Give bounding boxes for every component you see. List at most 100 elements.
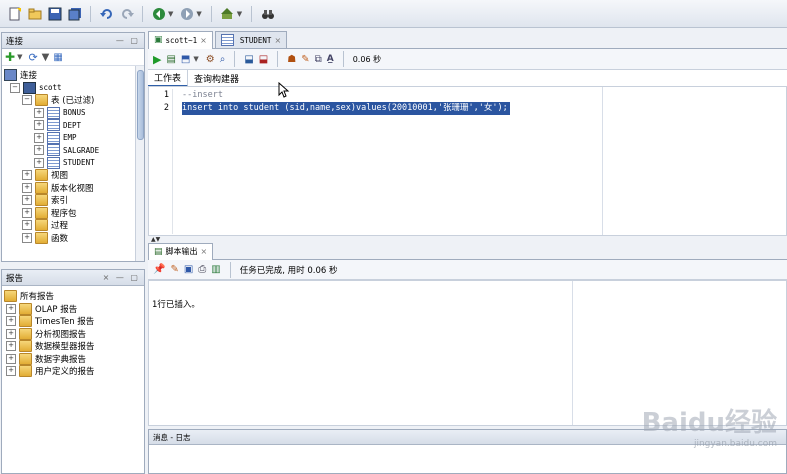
expand-toggle[interactable]: + — [34, 145, 44, 156]
filter-icon[interactable]: ▼ — [42, 52, 50, 63]
expand-toggle[interactable]: + — [6, 328, 16, 339]
tree-item-node[interactable]: + 索引 — [4, 194, 144, 207]
scrollbar-thumb[interactable] — [137, 70, 144, 140]
tree-item-report[interactable]: + TimesTen 报告 — [4, 315, 144, 328]
output-divider — [572, 281, 573, 425]
tree-label: 数据模型器报告 — [35, 342, 95, 353]
expand-toggle[interactable]: + — [22, 195, 32, 206]
redo-icon[interactable] — [118, 5, 135, 22]
expand-toggle[interactable]: + — [22, 182, 32, 193]
tree-label: 连接 — [20, 71, 38, 82]
expand-toggle[interactable]: + — [22, 170, 32, 181]
code-text[interactable]: --insert insert into student (sid,name,s… — [182, 89, 602, 115]
expand-toggle[interactable]: + — [6, 366, 16, 377]
tree-item-report[interactable]: + 用户定义的报告 — [4, 365, 144, 378]
reports-folder-icon — [19, 352, 32, 365]
tree-item-tables[interactable]: − 表 (已过滤) — [4, 94, 144, 107]
tree-item-table[interactable]: + SALGRADE — [4, 144, 144, 157]
tree-item-table[interactable]: + BONUS — [4, 106, 144, 120]
tree-item-report[interactable]: + 数据字典报告 — [4, 352, 144, 366]
add-connection-icon[interactable]: ✚ — [5, 50, 15, 64]
close-icon[interactable]: × — [274, 36, 281, 45]
code-editor[interactable]: 1 2 --insert insert into student (sid,na… — [148, 86, 787, 236]
new-icon[interactable] — [6, 5, 23, 22]
binoculars-icon[interactable] — [259, 5, 276, 22]
expand-toggle[interactable]: + — [22, 220, 32, 231]
tab-worksheet-scott[interactable]: ▣ scott~1 × — [148, 30, 213, 49]
expand-toggle[interactable]: + — [34, 120, 44, 131]
tree-item-node[interactable]: + 视图 — [4, 169, 144, 182]
close-icon[interactable]: × — [201, 247, 208, 256]
code-line-selected[interactable]: insert into student (sid,name,sex)values… — [182, 102, 510, 115]
panel-window-buttons[interactable]: × — ▢ — [103, 273, 140, 282]
save-output-icon[interactable]: ▣ — [184, 264, 193, 275]
tree-item-report[interactable]: + OLAP 报告 — [4, 302, 144, 316]
expand-toggle[interactable]: + — [6, 341, 16, 352]
tree-item-table[interactable]: + DEPT — [4, 119, 144, 132]
subtab-query-builder[interactable]: 查询构建器 — [188, 71, 245, 86]
tab-student[interactable]: STUDENT × — [214, 31, 288, 48]
explain-plan-icon[interactable]: ⚙ — [206, 54, 215, 65]
schema-browser-icon[interactable]: ▦ — [53, 52, 62, 63]
tree-item-node[interactable]: + 函数 — [4, 231, 144, 245]
expand-toggle[interactable]: + — [22, 207, 32, 218]
tree-item-all-reports[interactable]: 所有报告 — [4, 290, 144, 303]
sql-history-icon[interactable]: ⧉ — [315, 54, 322, 65]
folder-icon — [35, 206, 48, 219]
collapse-toggle[interactable]: − — [22, 95, 32, 106]
expand-toggle[interactable]: + — [6, 303, 16, 314]
connections-scrollbar[interactable] — [135, 66, 144, 261]
database-connection-icon — [23, 81, 36, 94]
eraser-icon[interactable]: ✎ — [301, 54, 309, 65]
expand-toggle[interactable]: + — [34, 132, 44, 143]
back-icon[interactable] — [150, 5, 167, 22]
tree-label: SALGRADE — [63, 145, 100, 155]
commit-transaction-icon[interactable]: ⬓ — [244, 54, 253, 65]
collapse-toggle[interactable]: − — [10, 82, 20, 93]
unshared-sql-icon[interactable]: ☗ — [287, 54, 296, 65]
code-line-comment[interactable]: --insert — [182, 89, 602, 102]
tree-item-table[interactable]: + EMP — [4, 131, 144, 145]
print-icon[interactable]: ⎙ — [198, 264, 206, 275]
tree-item-node[interactable]: + 版本化视图 — [4, 181, 144, 195]
tree-item-connection-scott[interactable]: − scott — [4, 81, 144, 95]
run-script-icon[interactable]: ▤ — [166, 54, 175, 65]
table-icon — [47, 119, 60, 132]
expand-toggle[interactable]: + — [34, 107, 44, 118]
commit-icon[interactable]: ⬒ — [181, 54, 190, 65]
tree-item-table[interactable]: + STUDENT — [4, 156, 144, 170]
reports-folder-icon — [19, 340, 32, 353]
autotrace-icon[interactable]: ⌕ — [220, 54, 226, 65]
save-all-icon[interactable] — [66, 5, 83, 22]
format-icon[interactable]: A̲ — [327, 54, 334, 64]
panel-window-buttons[interactable]: — ▢ — [116, 36, 140, 45]
tree-item-node[interactable]: + 过程 — [4, 219, 144, 232]
forward-icon[interactable] — [178, 5, 195, 22]
tab-script-output[interactable]: ▤ 脚本输出 × — [148, 242, 214, 260]
output-content[interactable]: 1行已插入。 — [148, 280, 787, 426]
tree-item-report[interactable]: + 分析视图报告 — [4, 327, 144, 341]
table-icon — [47, 156, 60, 169]
undo-icon[interactable] — [98, 5, 115, 22]
tree-item-connections-root[interactable]: 连接 — [4, 69, 144, 82]
log-panel-title: 消息 - 日志 — [153, 432, 191, 442]
tree-item-node[interactable]: + 程序包 — [4, 206, 144, 220]
open-icon[interactable] — [26, 5, 43, 22]
expand-toggle[interactable]: + — [34, 157, 44, 168]
expand-toggle[interactable]: + — [6, 316, 16, 327]
connections-panel: 连接 — ▢ ✚ ▼ ⟳ ▼ ▦ 连接 − scott − 表 (已过滤) + BO… — [1, 32, 145, 262]
close-icon[interactable]: × — [200, 36, 207, 45]
refresh-icon[interactable]: ⟳ — [28, 51, 37, 64]
save-icon[interactable] — [46, 5, 63, 22]
rollback-icon[interactable]: ⬓ — [259, 54, 268, 65]
eraser-icon[interactable]: ✎ — [170, 264, 178, 275]
expand-toggle[interactable]: + — [22, 232, 32, 243]
run-icon[interactable] — [219, 5, 236, 22]
pin-icon[interactable]: 📌 — [153, 264, 165, 275]
tree-item-report[interactable]: + 数据模型器报告 — [4, 340, 144, 353]
expand-toggle[interactable]: + — [6, 353, 16, 364]
buffer-icon[interactable]: ▥ — [211, 264, 220, 275]
run-statement-icon[interactable]: ▶ — [153, 53, 161, 66]
subtab-worksheet[interactable]: 工作表 — [148, 69, 189, 87]
reports-panel-header: 报告 × — ▢ — [2, 270, 144, 286]
